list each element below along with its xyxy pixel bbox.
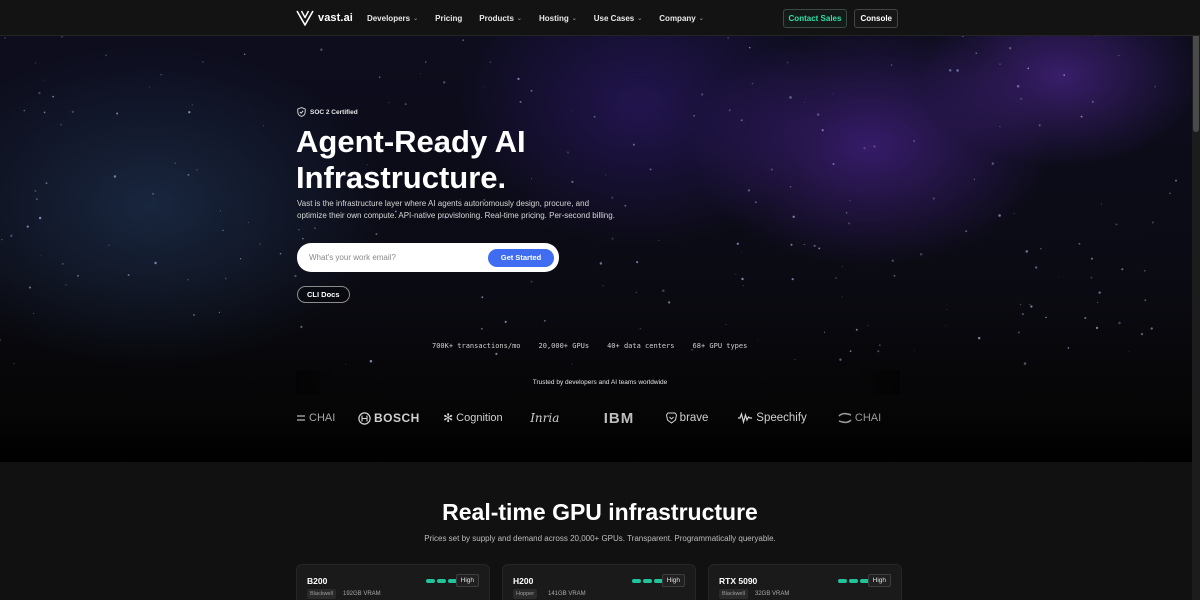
chevron-down-icon: ⌄: [413, 15, 419, 22]
gpu-name: B200: [307, 576, 328, 586]
availability-badge: High: [455, 574, 479, 587]
logo-label: BOSCH: [373, 411, 420, 425]
shield-check-icon: [297, 107, 306, 117]
trusted-by-text: Trusted by developers and AI teams world…: [532, 379, 668, 386]
nav-menu: Developers ⌄ Pricing Products ⌄ Hosting ⌄ U…: [367, 14, 721, 23]
email-signup-form: Get Started: [297, 243, 559, 272]
stat-gpu-types: 68+ GPU types: [692, 342, 748, 350]
hero-title: Agent-Ready AI Infrastructure.: [296, 124, 656, 196]
nav-item-hosting[interactable]: Hosting ⌄: [539, 14, 577, 23]
starfield-background: [0, 36, 1177, 365]
work-email-input[interactable]: [309, 253, 488, 262]
availability-meter: [426, 579, 457, 583]
gpu-name: H200: [513, 576, 534, 586]
stats-row: 700K+ transactions/mo 20,000+ GPUs 40+ d…: [432, 342, 747, 350]
logo-label: Cognition: [456, 412, 503, 424]
vram-label: 192GB VRAM: [343, 591, 381, 597]
nav-item-pricing[interactable]: Pricing: [435, 14, 462, 23]
hero-description: Vast is the infrastructure layer where A…: [297, 199, 615, 220]
soc2-badge: SOC 2 Certified: [297, 107, 358, 117]
nav-actions: Contact Sales Console: [782, 8, 898, 28]
nav-label: Developers: [366, 13, 411, 23]
contact-sales-button[interactable]: Contact Sales: [782, 8, 848, 28]
chevron-down-icon: ⌄: [698, 15, 704, 22]
availability-meter: [632, 579, 663, 583]
chai-logo-icon: [838, 412, 852, 424]
gpu-card-rtx-5090[interactable]: RTX 5090 High Blackwell 32GB VRAM: [708, 564, 902, 600]
gpu-card-h200[interactable]: H200 High Hopper 141GB VRAM: [502, 564, 696, 600]
vram-label: 141GB VRAM: [548, 591, 586, 597]
nav-label: Company: [659, 13, 696, 23]
vast-logo-icon: [296, 10, 314, 26]
speechify-wave-icon: [738, 412, 753, 424]
brand-logo[interactable]: vast.ai: [296, 10, 353, 26]
hero-title-line-1: Agent-Ready AI: [296, 124, 526, 159]
logo-label: Speechify: [756, 412, 807, 424]
logo-label: IBM: [603, 409, 635, 427]
stat-gpus: 20,000+ GPUs: [538, 342, 590, 350]
cli-docs-button[interactable]: CLI Docs: [297, 286, 350, 303]
gpu-cards: B200 High Blackwell 192GB VRAM H200 High…: [296, 564, 902, 600]
logo-ibm: IBM: [604, 410, 666, 427]
page-scrollbar[interactable]: [1192, 0, 1200, 600]
chevron-down-icon: ⌄: [516, 15, 522, 22]
gpu-section: Real-time GPU infrastructure Prices set …: [0, 462, 1200, 600]
gpu-name: RTX 5090: [719, 576, 758, 586]
architecture-tag: Blackwell: [307, 589, 336, 599]
logo-fade-right: [856, 370, 900, 394]
nav-label: Use Cases: [593, 13, 635, 23]
bosch-logo-icon: [358, 411, 371, 425]
nav-item-developers[interactable]: Developers ⌄: [367, 14, 418, 23]
get-started-button[interactable]: Get Started: [488, 248, 554, 267]
architecture-tag: Hopper: [513, 589, 538, 599]
brave-lion-icon: [665, 412, 677, 424]
logo-cognition: ✻ Cognition: [443, 411, 530, 425]
badge-label: SOC 2 Certified: [310, 108, 358, 116]
gpu-section-title: Real-time GPU infrastructure: [442, 499, 758, 525]
logo-chai-repeat: CHAI: [838, 412, 896, 424]
nav-item-use-cases[interactable]: Use Cases ⌄: [594, 14, 643, 23]
chevron-down-icon: ⌄: [637, 15, 643, 22]
top-nav: vast.ai Developers ⌄ Pricing Products ⌄ Ho…: [0, 0, 1200, 36]
nav-item-company[interactable]: Company ⌄: [659, 14, 703, 23]
availability-badge: High: [867, 574, 891, 587]
gpu-section-subtitle: Prices set by supply and demand across 2…: [424, 534, 776, 543]
logo-label: CHAI: [309, 412, 336, 424]
availability-meter: [838, 579, 869, 583]
stat-transactions: 700K+ transactions/mo: [432, 342, 521, 350]
logo-brave: brave: [665, 412, 738, 424]
chai-logo-icon: [297, 415, 305, 421]
console-button[interactable]: Console: [854, 8, 898, 28]
nav-inner: vast.ai Developers ⌄ Pricing Products ⌄ Ho…: [296, 0, 898, 36]
nav-label: Products: [479, 13, 514, 23]
cognition-logo-icon: ✻: [443, 411, 454, 425]
customer-logos: CHAI BOSCH ✻ Cognition Inria IBM brave S…: [296, 408, 896, 428]
logo-label: brave: [679, 412, 709, 424]
logo-chai: CHAI: [296, 412, 358, 424]
stat-data-centers: 40+ data centers: [607, 342, 675, 350]
brand-name: vast.ai: [318, 12, 353, 24]
logo-label: CHAI: [854, 412, 882, 424]
hero-title-line-2: Infrastructure.: [296, 160, 507, 195]
nav-label: Pricing: [435, 13, 463, 23]
logo-bosch: BOSCH: [358, 411, 443, 425]
nav-item-products[interactable]: Products ⌄: [479, 14, 522, 23]
vram-label: 32GB VRAM: [755, 591, 790, 597]
gpu-card-b200[interactable]: B200 High Blackwell 192GB VRAM: [296, 564, 490, 600]
logo-speechify: Speechify: [737, 412, 838, 424]
hero-section: SOC 2 Certified Agent-Ready AI Infrastru…: [0, 36, 1200, 462]
logo-inria: Inria: [530, 411, 604, 425]
nav-label: Hosting: [538, 13, 569, 23]
logo-fade-left: [296, 370, 336, 394]
logo-label: Inria: [530, 411, 560, 425]
architecture-tag: Blackwell: [719, 589, 748, 599]
availability-badge: High: [661, 574, 685, 587]
chevron-down-icon: ⌄: [571, 15, 577, 22]
